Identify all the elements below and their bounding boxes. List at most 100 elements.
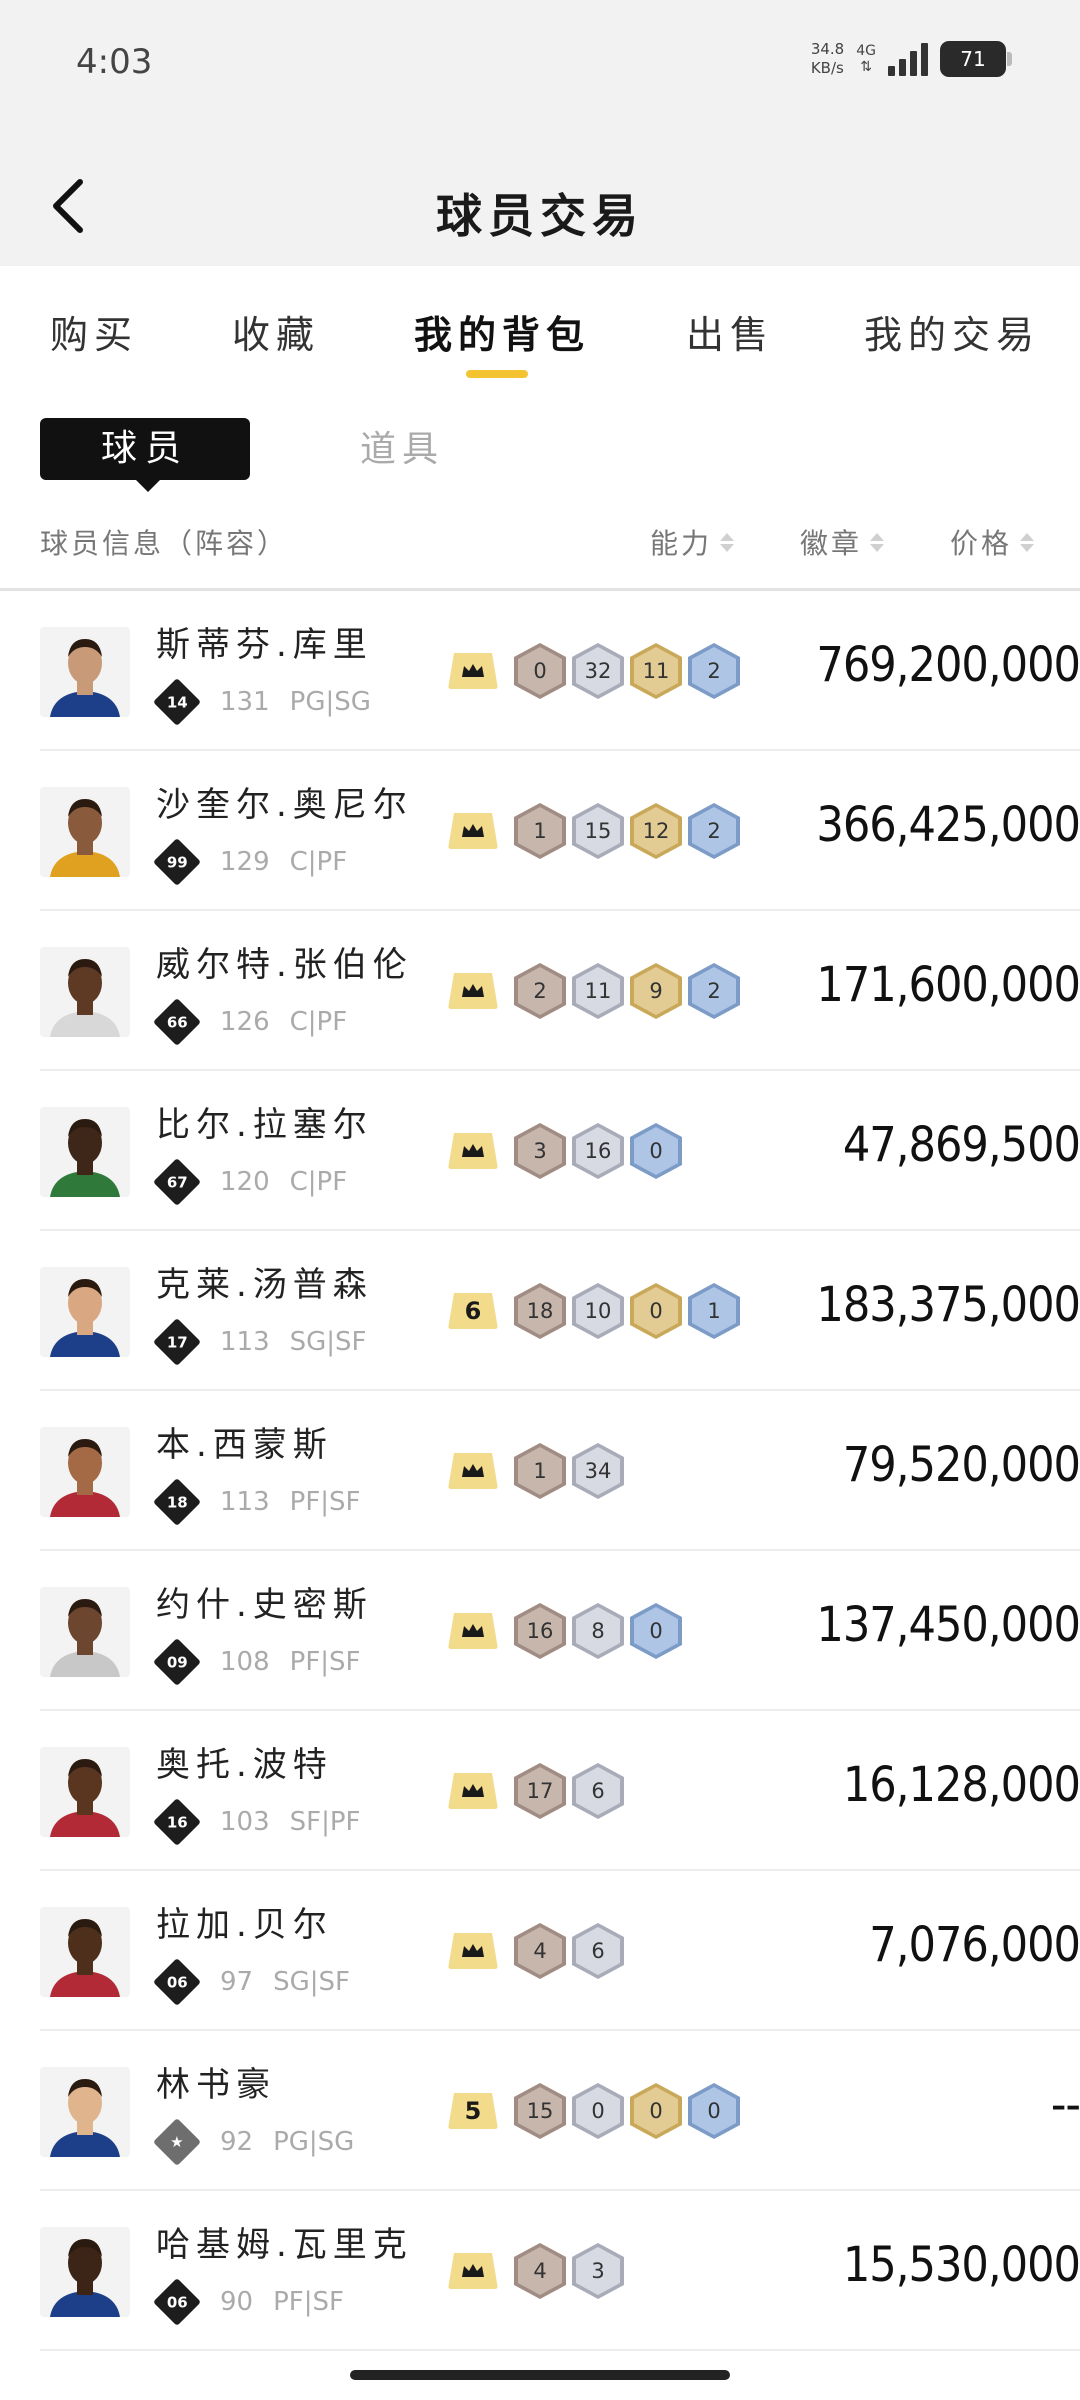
badge-group: 43 <box>448 2243 624 2299</box>
badge-bronze-icon: 2 <box>514 963 566 1019</box>
badge-count: 0 <box>649 2099 663 2123</box>
player-name: 哈基姆.瓦里克 <box>156 2225 413 2265</box>
player-name: 斯蒂芬.库里 <box>156 625 373 665</box>
player-price: 171,600,000 <box>816 957 1080 1013</box>
badge-count: 1 <box>533 819 547 843</box>
star-icon: ★ <box>152 2117 202 2167</box>
badge-bronze-icon: 1 <box>514 1443 566 1499</box>
jersey-number: 14 <box>166 693 188 711</box>
badge-count: 6 <box>591 1939 605 1963</box>
player-price: 47,869,500 <box>842 1117 1080 1173</box>
badge-count: 9 <box>649 979 663 1003</box>
player-list: 斯蒂芬.库里 14 131 PG|SG 0 32 11 2 769,200,000 <box>0 591 1080 2351</box>
badge-gold-icon: 0 <box>630 1283 682 1339</box>
status-icons: 34.8 KB/s 4G ⇅ 71 <box>811 40 1012 78</box>
badge-count: 15 <box>584 819 612 843</box>
column-price-label: 价格 <box>950 527 1013 560</box>
player-row[interactable]: 威尔特.张伯伦 66 126 C|PF 2 11 9 2 171,600,000 <box>40 911 1080 1071</box>
sort-price-button[interactable]: 价格 <box>950 522 1035 562</box>
jersey-number-badge: 16 <box>152 1797 202 1847</box>
badge-group: 17 6 <box>448 1763 624 1819</box>
badge-blue-icon: 0 <box>688 2083 740 2139</box>
badge-silver-icon: 3 <box>572 2243 624 2299</box>
badge-gold-icon: 11 <box>630 643 682 699</box>
tab-favorites[interactable]: 收藏 <box>232 304 320 359</box>
player-ability: 126 <box>220 1007 270 1037</box>
player-position: PF|SF <box>289 1647 361 1677</box>
player-name: 本.西蒙斯 <box>156 1425 333 1465</box>
badge-bronze-icon: 4 <box>514 1923 566 1979</box>
badge-silver-icon: 15 <box>572 803 624 859</box>
player-avatar <box>40 1907 130 1997</box>
network-type: 4G ⇅ <box>856 43 876 75</box>
player-meta: 16 103 SF|PF <box>152 1797 361 1847</box>
column-ability-label: 能力 <box>650 527 713 560</box>
jersey-number-badge: 18 <box>152 1477 202 1527</box>
player-price: 7,076,000 <box>869 1917 1080 1973</box>
signal-icon <box>888 42 928 76</box>
player-row[interactable]: 斯蒂芬.库里 14 131 PG|SG 0 32 11 2 769,200,000 <box>40 591 1080 751</box>
jersey-number-badge: 06 <box>152 1957 202 2007</box>
sort-badges-button[interactable]: 徽章 <box>800 522 885 562</box>
top-area: 4:03 34.8 KB/s 4G ⇅ 71 球员交易 <box>0 0 1080 266</box>
badge-silver-icon: 8 <box>572 1603 624 1659</box>
badge-count: 17 <box>526 1779 554 1803</box>
sort-ability-button[interactable]: 能力 <box>650 522 735 562</box>
player-avatar <box>40 2227 130 2317</box>
player-name: 林书豪 <box>156 2065 276 2105</box>
player-row[interactable]: 奥托.波特 16 103 SF|PF 17 6 16,128,000 <box>40 1711 1080 1871</box>
player-avatar <box>40 1427 130 1517</box>
sort-icon <box>720 532 735 552</box>
home-indicator[interactable] <box>350 2370 730 2380</box>
player-avatar <box>40 787 130 877</box>
badge-count: 3 <box>533 1139 547 1163</box>
badge-group: 16 8 0 <box>448 1603 682 1659</box>
badge-count: 18 <box>526 1299 554 1323</box>
player-price: -- <box>1050 2077 1080 2133</box>
player-position: PG|SG <box>289 687 371 717</box>
badge-blue-icon: 2 <box>688 803 740 859</box>
player-position: SG|SF <box>289 1327 367 1357</box>
player-position: SG|SF <box>273 1967 350 1997</box>
crown-icon <box>448 1933 498 1969</box>
subtab-items[interactable]: 道具 <box>360 420 444 472</box>
badge-count: 0 <box>649 1139 663 1163</box>
tab-sell[interactable]: 出售 <box>686 304 774 359</box>
player-ability: 90 <box>220 2287 254 2317</box>
active-tab-indicator <box>466 370 528 378</box>
player-position: SF|PF <box>289 1807 361 1837</box>
jersey-number-badge: 09 <box>152 1637 202 1687</box>
player-row[interactable]: 本.西蒙斯 18 113 PF|SF 1 34 79,520,000 <box>40 1391 1080 1551</box>
tab-buy[interactable]: 购买 <box>50 304 138 359</box>
player-row[interactable]: 林书豪 ★ 92 PG|SG 5 15 0 0 0 -- <box>40 2031 1080 2191</box>
badge-count: 0 <box>533 659 547 683</box>
player-row[interactable]: 约什.史密斯 09 108 PF|SF 16 8 0 137,450,000 <box>40 1551 1080 1711</box>
badge-group: 1 15 12 2 <box>448 803 740 859</box>
jersey-number: 66 <box>166 1013 188 1031</box>
badge-count: 0 <box>649 1619 663 1643</box>
player-position: PF|SF <box>273 2287 344 2317</box>
player-avatar <box>40 1107 130 1197</box>
badge-count: 1 <box>533 1459 547 1483</box>
player-row[interactable]: 比尔.拉塞尔 67 120 C|PF 3 16 0 47,869,500 <box>40 1071 1080 1231</box>
player-row[interactable]: 拉加.贝尔 06 97 SG|SF 46 7,076,000 <box>40 1871 1080 2031</box>
player-row[interactable]: 沙奎尔.奥尼尔 99 129 C|PF 1 15 12 2 366,425,000 <box>40 751 1080 911</box>
badge-gold-icon: 9 <box>630 963 682 1019</box>
jersey-number: 16 <box>166 1813 188 1831</box>
player-row[interactable]: 哈基姆.瓦里克 06 90 PF|SF 43 15,530,000 <box>40 2191 1080 2351</box>
badge-count: 16 <box>584 1139 612 1163</box>
player-row[interactable]: 克莱.汤普森 17 113 SG|SF 6 18 10 0 1 183,375,000 <box>40 1231 1080 1391</box>
jersey-number: 06 <box>166 1973 188 1991</box>
jersey-number-badge: 99 <box>152 837 202 887</box>
tab-bar: 购买 收藏 我的背包 出售 我的交易 <box>0 266 1080 386</box>
player-name: 约什.史密斯 <box>156 1585 373 1625</box>
crown-icon <box>448 2253 498 2289</box>
player-name: 拉加.贝尔 <box>156 1905 333 1945</box>
subtab-players[interactable]: 球员 <box>40 418 250 492</box>
tab-my-bag[interactable]: 我的背包 <box>414 304 590 359</box>
jersey-number: 18 <box>166 1493 188 1511</box>
level-badge: 5 <box>448 2093 498 2129</box>
badge-bronze-icon: 3 <box>514 1123 566 1179</box>
tab-my-trades[interactable]: 我的交易 <box>864 304 1040 359</box>
jersey-number-badge: 67 <box>152 1157 202 1207</box>
